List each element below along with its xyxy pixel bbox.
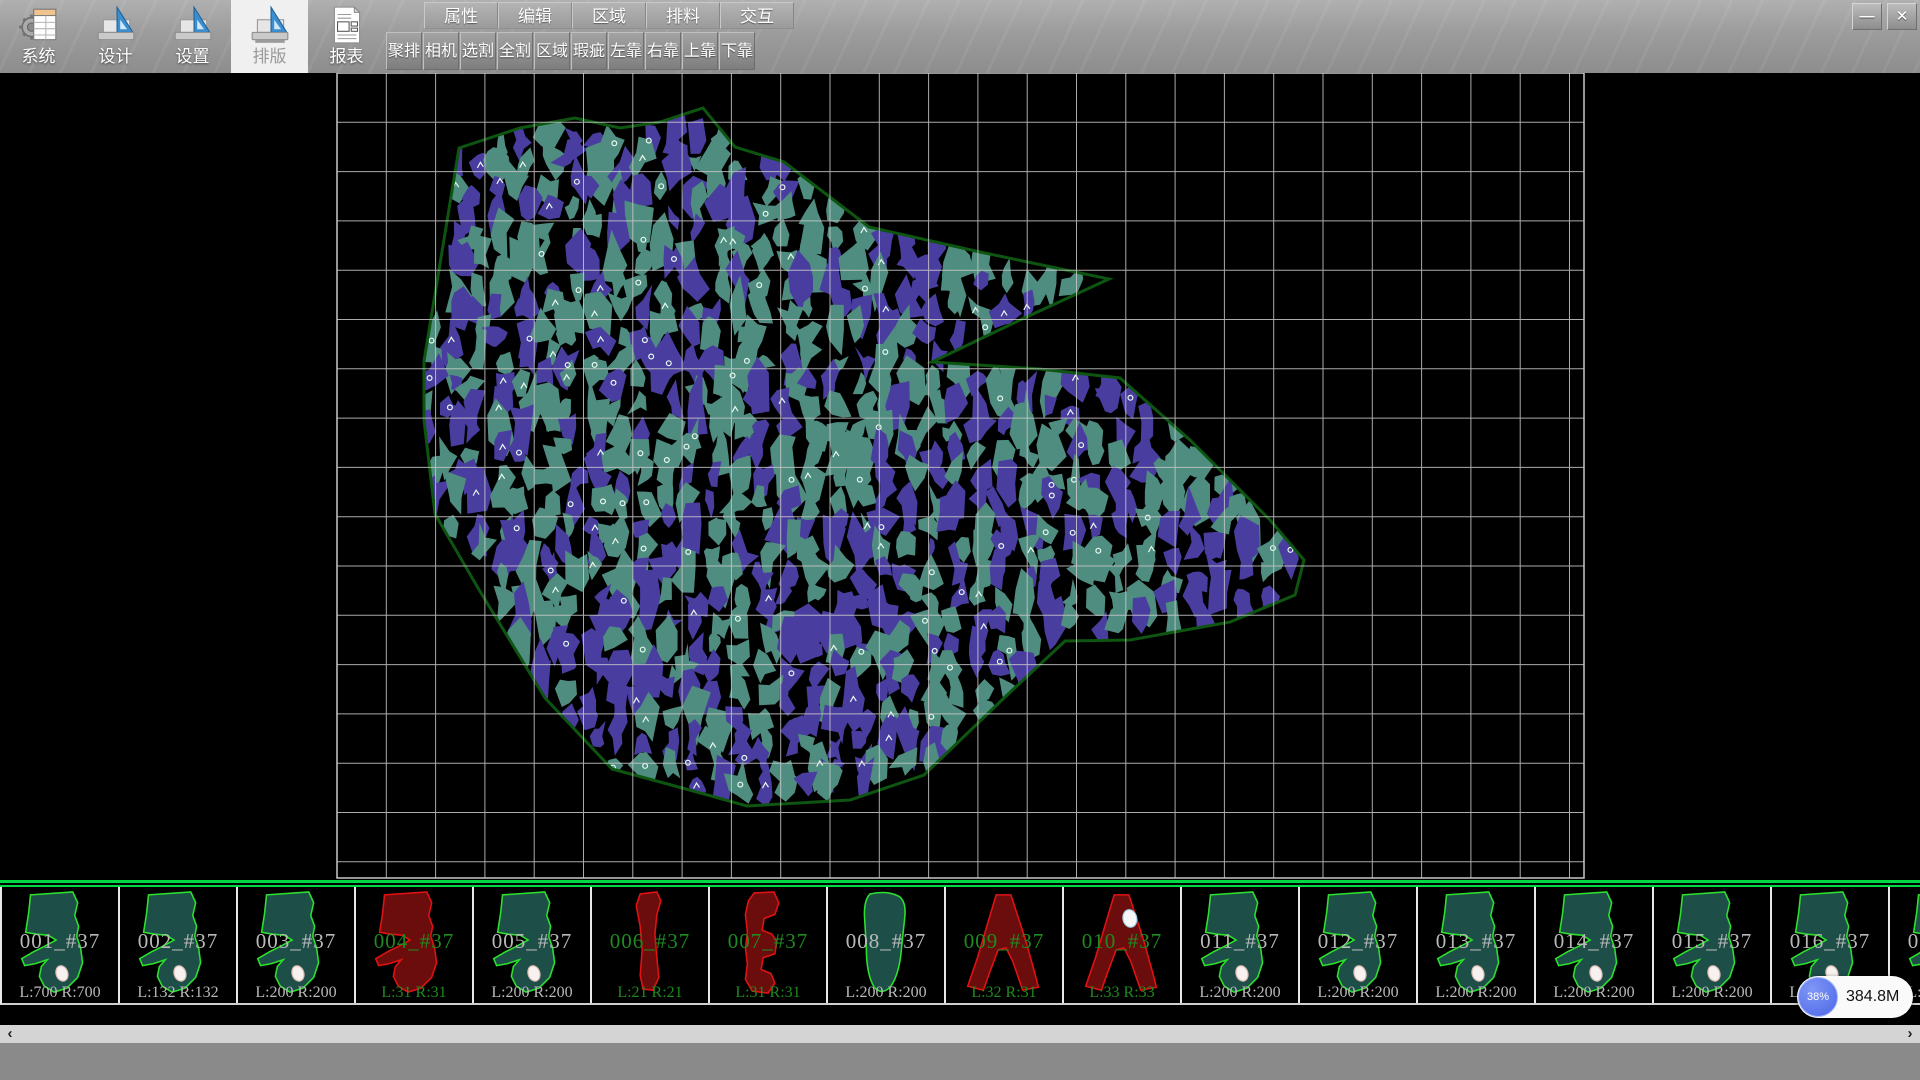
part-counts-label: L:31 R:31 — [710, 984, 826, 1002]
menu-tab-2[interactable]: 区域 — [572, 2, 646, 29]
tool-button-9[interactable]: 下靠 — [719, 32, 755, 70]
app-button-label: 报表 — [330, 47, 364, 67]
part-counts-label: L:21 R:21 — [592, 984, 708, 1002]
part-counts-label: L:200 R:200 — [1418, 984, 1534, 1002]
part-counts-label: L:200 R:200 — [238, 984, 354, 1002]
part-counts-label: L:200 R:200 — [1182, 984, 1298, 1002]
part-id-label: 009_#37 — [946, 929, 1062, 954]
scroll-right-arrow[interactable]: › — [1900, 1025, 1920, 1043]
part-id-label: 004_#37 — [356, 929, 472, 954]
horizontal-scrollbar[interactable]: ‹ › — [0, 1025, 1920, 1043]
app-button-3[interactable]: 排版 — [231, 0, 308, 73]
strip-bottom-gap — [0, 1007, 1920, 1025]
menu-tab-4[interactable]: 交互 — [720, 2, 794, 29]
menu-tab-3[interactable]: 排料 — [646, 2, 720, 29]
app-buttons: 系统 设计 设置 排版 — [0, 0, 385, 73]
gear-icon — [18, 3, 60, 47]
part-id-label: 006_#37 — [592, 929, 708, 954]
parts-strip: 001_#37 L:700 R:700 002_#37 L:132 R:132 … — [0, 880, 1920, 1007]
part-counts-label: L:200 R:200 — [828, 984, 944, 1002]
part-counts-label: L:200 R:200 — [1300, 984, 1416, 1002]
part-thumbnail-10[interactable]: 011_#37 L:200 R:200 — [1182, 887, 1300, 1003]
progress-badge: 38% 384.8M — [1797, 976, 1913, 1018]
app-button-1[interactable]: 设计 — [77, 0, 154, 73]
part-id-label: 017_#37 — [1890, 929, 1920, 954]
part-counts-label: L:700 R:700 — [2, 984, 118, 1002]
app-button-4[interactable]: 报表 — [308, 0, 385, 73]
app-button-label: 排版 — [253, 47, 287, 67]
part-id-label: 003_#37 — [238, 929, 354, 954]
app-button-label: 设计 — [99, 47, 133, 67]
part-thumbnail-9[interactable]: 010_#37 L:33 R:33 — [1064, 887, 1182, 1003]
ruler-icon — [172, 3, 214, 47]
part-thumbnail-2[interactable]: 003_#37 L:200 R:200 — [238, 887, 356, 1003]
tool-button-5[interactable]: 瑕疵 — [571, 32, 607, 70]
status-bar — [0, 1043, 1920, 1080]
close-button[interactable]: ✕ — [1887, 3, 1917, 30]
part-counts-label: L:32 R:31 — [946, 984, 1062, 1002]
tool-button-3[interactable]: 全割 — [497, 32, 533, 70]
part-thumbnail-13[interactable]: 014_#37 L:200 R:200 — [1536, 887, 1654, 1003]
part-id-label: 011_#37 — [1182, 929, 1298, 954]
part-id-label: 013_#37 — [1418, 929, 1534, 954]
part-id-label: 005_#37 — [474, 929, 590, 954]
part-thumbnail-3[interactable]: 004_#37 L:31 R:31 — [356, 887, 474, 1003]
part-counts-label: L:33 R:33 — [1064, 984, 1180, 1002]
part-thumbnail-12[interactable]: 013_#37 L:200 R:200 — [1418, 887, 1536, 1003]
part-thumbnail-8[interactable]: 009_#37 L:32 R:31 — [946, 887, 1064, 1003]
part-counts-label: L:200 R:200 — [1536, 984, 1652, 1002]
part-counts-label: L:200 R:200 — [1654, 984, 1770, 1002]
part-id-label: 001_#37 — [2, 929, 118, 954]
report-icon — [326, 3, 368, 47]
minimize-button[interactable]: — — [1852, 3, 1882, 30]
progress-percent-circle: 38% — [1798, 977, 1838, 1017]
tool-button-2[interactable]: 选割 — [460, 32, 496, 70]
canvas-background — [0, 73, 1920, 880]
part-thumbnail-7[interactable]: 008_#37 L:200 R:200 — [828, 887, 946, 1003]
tool-button-6[interactable]: 左靠 — [608, 32, 644, 70]
parts-strip-cells: 001_#37 L:700 R:700 002_#37 L:132 R:132 … — [0, 887, 1920, 1005]
part-thumbnail-5[interactable]: 006_#37 L:21 R:21 — [592, 887, 710, 1003]
scroll-left-arrow[interactable]: ‹ — [0, 1025, 20, 1043]
app-button-label: 设置 — [176, 47, 210, 67]
part-thumbnail-4[interactable]: 005_#37 L:200 R:200 — [474, 887, 592, 1003]
part-thumbnail-6[interactable]: 007_#37 L:31 R:31 — [710, 887, 828, 1003]
tool-button-4[interactable]: 区域 — [534, 32, 570, 70]
menu-tab-0[interactable]: 属性 — [424, 2, 498, 29]
nesting-canvas-svg[interactable] — [0, 73, 1920, 880]
ruler-icon — [249, 3, 291, 47]
part-counts-label: L:31 R:31 — [356, 984, 472, 1002]
app-button-2[interactable]: 设置 — [154, 0, 231, 73]
part-id-label: 012_#37 — [1300, 929, 1416, 954]
top-toolbar: 系统 设计 设置 排版 — [0, 0, 1920, 73]
tool-button-1[interactable]: 相机 — [423, 32, 459, 70]
app-button-label: 系统 — [22, 47, 56, 67]
part-id-label: 010_#37 — [1064, 929, 1180, 954]
memory-usage-label: 384.8M — [1846, 988, 1899, 1006]
part-counts-label: L:200 R:200 — [474, 984, 590, 1002]
menu-tab-1[interactable]: 编辑 — [498, 2, 572, 29]
tool-row: 聚排相机选割全割区域瑕疵左靠右靠上靠下靠 — [386, 32, 755, 70]
ruler-icon — [95, 3, 137, 47]
app-button-0[interactable]: 系统 — [0, 0, 77, 73]
nesting-workspace[interactable] — [0, 73, 1920, 880]
part-thumbnail-11[interactable]: 012_#37 L:200 R:200 — [1300, 887, 1418, 1003]
part-id-label: 015_#37 — [1654, 929, 1770, 954]
part-id-label: 016_#37 — [1772, 929, 1888, 954]
part-id-label: 008_#37 — [828, 929, 944, 954]
part-thumbnail-1[interactable]: 002_#37 L:132 R:132 — [120, 887, 238, 1003]
tool-button-7[interactable]: 右靠 — [645, 32, 681, 70]
tool-button-0[interactable]: 聚排 — [386, 32, 422, 70]
part-id-label: 002_#37 — [120, 929, 236, 954]
menu-tabs: 属性编辑区域排料交互 — [424, 2, 794, 29]
part-id-label: 014_#37 — [1536, 929, 1652, 954]
part-thumbnail-0[interactable]: 001_#37 L:700 R:700 — [2, 887, 120, 1003]
part-id-label: 007_#37 — [710, 929, 826, 954]
window-controls: — ✕ — [1852, 3, 1917, 30]
tool-button-8[interactable]: 上靠 — [682, 32, 718, 70]
part-thumbnail-14[interactable]: 015_#37 L:200 R:200 — [1654, 887, 1772, 1003]
part-counts-label: L:132 R:132 — [120, 984, 236, 1002]
